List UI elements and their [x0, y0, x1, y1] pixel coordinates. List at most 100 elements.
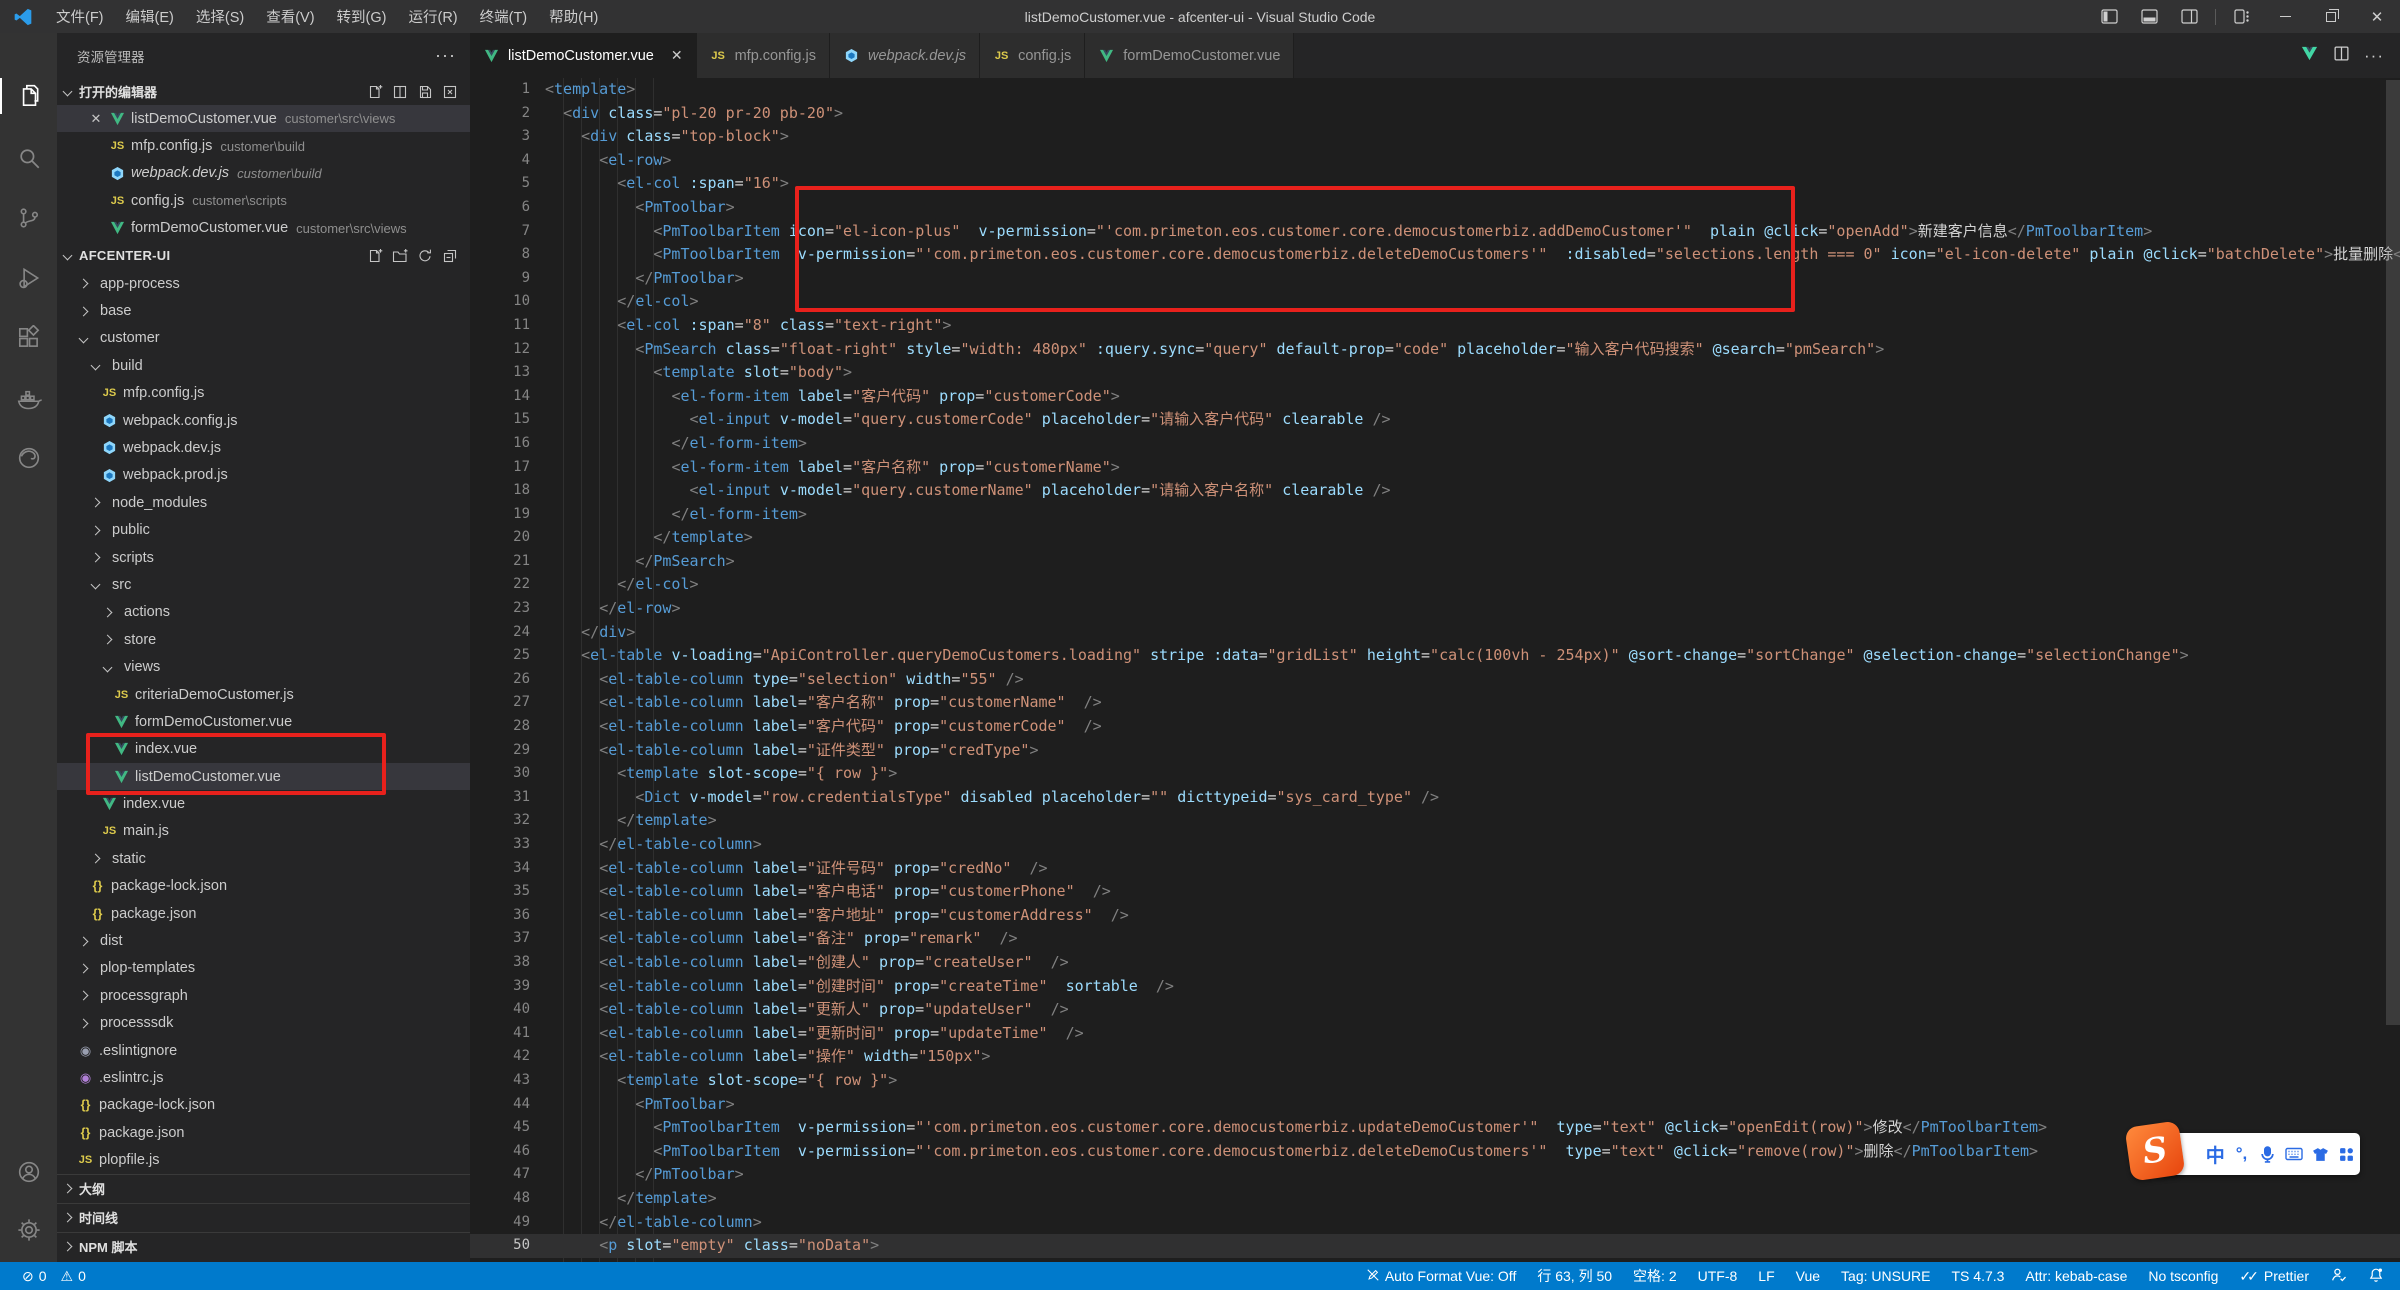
code-line-36[interactable]: 36 <el-table-column label="客户地址" prop="c… [470, 904, 2400, 928]
close-editor-icon[interactable]: ✕ [83, 111, 109, 127]
docker-icon[interactable] [0, 376, 57, 424]
status-item-Attr: kebab-case[interactable]: Attr: kebab-case [2025, 1268, 2127, 1284]
open-editor-item[interactable]: webpack.dev.jscustomer\build [57, 160, 470, 187]
code-line-20[interactable]: 20 </template> [470, 526, 2400, 550]
tree-item-build[interactable]: build [57, 352, 470, 379]
sidebar-more-actions-icon[interactable]: ··· [435, 45, 456, 66]
tree-item-package-lock.json[interactable]: {}package-lock.json [57, 1092, 470, 1119]
open-editor-item[interactable]: JSmfp.config.jscustomer\build [57, 132, 470, 159]
status-item-空格: 2[interactable]: 空格: 2 [1633, 1266, 1677, 1286]
code-line-46[interactable]: 46 <PmToolbarItem v-permission="'com.pri… [470, 1140, 2400, 1164]
code-line-2[interactable]: 2 <div class="pl-20 pr-20 pb-20"> [470, 102, 2400, 126]
project-header[interactable]: AFCENTER-UI [57, 242, 470, 270]
tree-item-package.json[interactable]: {}package.json [57, 1119, 470, 1146]
tree-item-customer[interactable]: customer [57, 325, 470, 352]
code-line-44[interactable]: 44 <PmToolbar> [470, 1093, 2400, 1117]
menu-item[interactable]: 终端(T) [469, 0, 539, 33]
code-line-9[interactable]: 9 </PmToolbar> [470, 267, 2400, 291]
code-line-12[interactable]: 12 <PmSearch class="float-right" style="… [470, 338, 2400, 362]
code-line-16[interactable]: 16 </el-form-item> [470, 432, 2400, 456]
sidebar-section-时间线[interactable]: 时间线 [57, 1203, 470, 1232]
open-editor-item[interactable]: ✕listDemoCustomer.vuecustomer\src\views [57, 105, 470, 132]
tree-item-public[interactable]: public [57, 516, 470, 543]
code-area[interactable]: 1<template>2 <div class="pl-20 pr-20 pb-… [470, 78, 2400, 1262]
code-line-22[interactable]: 22 </el-col> [470, 573, 2400, 597]
restore-button[interactable] [2308, 0, 2354, 33]
minimize-button[interactable] [2262, 0, 2308, 33]
code-line-33[interactable]: 33 </el-table-column> [470, 833, 2400, 857]
code-line-14[interactable]: 14 <el-form-item label="客户代码" prop="cust… [470, 385, 2400, 409]
ime-keyboard-icon[interactable] [2281, 1147, 2307, 1161]
close-button[interactable]: ✕ [2354, 0, 2400, 33]
status-item-行 63, 列 50[interactable]: 行 63, 列 50 [1537, 1266, 1612, 1286]
code-line-39[interactable]: 39 <el-table-column label="创建时间" prop="c… [470, 975, 2400, 999]
code-line-40[interactable]: 40 <el-table-column label="更新人" prop="up… [470, 998, 2400, 1022]
new-file-icon[interactable] [367, 248, 383, 264]
tree-item-index.vue[interactable]: index.vue [57, 736, 470, 763]
code-line-50[interactable]: 50 <p slot="empty" class="noData"> [470, 1234, 2400, 1258]
ime-skin-icon[interactable] [2307, 1147, 2333, 1162]
status-item-No tsconfig[interactable]: No tsconfig [2148, 1268, 2218, 1284]
code-line-32[interactable]: 32 </template> [470, 809, 2400, 833]
tree-item-main.js[interactable]: JSmain.js [57, 818, 470, 845]
ime-chinese-mode[interactable]: 中 [2202, 1141, 2228, 1168]
code-line-49[interactable]: 49 </el-table-column> [470, 1211, 2400, 1235]
edge-browser-icon[interactable] [0, 434, 57, 482]
code-line-45[interactable]: 45 <PmToolbarItem v-permission="'com.pri… [470, 1116, 2400, 1140]
toggle-panel-icon[interactable] [2129, 0, 2169, 33]
code-line-5[interactable]: 5 <el-col :span="16"> [470, 172, 2400, 196]
code-line-13[interactable]: 13 <template slot="body"> [470, 361, 2400, 385]
menu-item[interactable]: 编辑(E) [115, 0, 185, 33]
editor-more-actions-icon[interactable]: ··· [2364, 46, 2384, 66]
tree-item-.eslintignore[interactable]: ◉.eslintignore [57, 1037, 470, 1064]
status-item-Tag: UNSURE[interactable]: Tag: UNSURE [1841, 1268, 1930, 1284]
tree-item-webpack.dev.js[interactable]: webpack.dev.js [57, 434, 470, 461]
run-debug-icon[interactable] [0, 254, 57, 302]
code-line-19[interactable]: 19 </el-form-item> [470, 503, 2400, 527]
code-line-1[interactable]: 1<template> [470, 78, 2400, 102]
menu-item[interactable]: 文件(F) [45, 0, 115, 33]
tree-item-plop-templates[interactable]: plop-templates [57, 955, 470, 982]
tab-mfp.config.js[interactable]: JSmfp.config.js [697, 33, 830, 78]
toggle-sidebar-icon[interactable] [2089, 0, 2129, 33]
sidebar-section-大纲[interactable]: 大纲 [57, 1174, 470, 1203]
tree-item-views[interactable]: views [57, 653, 470, 680]
code-line-11[interactable]: 11 <el-col :span="8" class="text-right"> [470, 314, 2400, 338]
status-item-0[interactable]: ⚠0 [61, 1268, 86, 1285]
tree-item-static[interactable]: static [57, 845, 470, 872]
open-editor-item[interactable]: JSconfig.jscustomer\scripts [57, 187, 470, 214]
open-editors-header[interactable]: 打开的编辑器 [57, 78, 470, 105]
tree-item-webpack.config.js[interactable]: webpack.config.js [57, 407, 470, 434]
code-line-38[interactable]: 38 <el-table-column label="创建人" prop="cr… [470, 951, 2400, 975]
code-line-23[interactable]: 23 </el-row> [470, 597, 2400, 621]
volar-vue-icon[interactable] [2300, 44, 2319, 68]
tree-item-processgraph[interactable]: processgraph [57, 982, 470, 1009]
extensions-icon[interactable] [0, 314, 57, 362]
editor-scrollbar[interactable] [2386, 80, 2400, 1025]
settings-gear-icon[interactable] [0, 1206, 57, 1254]
tab-formDemoCustomer.vue[interactable]: formDemoCustomer.vue [1085, 33, 1294, 78]
tree-item-processsdk[interactable]: processsdk [57, 1010, 470, 1037]
tree-item-store[interactable]: store [57, 626, 470, 653]
tree-item-mfp.config.js[interactable]: JSmfp.config.js [57, 380, 470, 407]
code-line-24[interactable]: 24 </div> [470, 621, 2400, 645]
toggle-secondary-sidebar-icon[interactable] [2169, 0, 2209, 33]
code-line-4[interactable]: 4 <el-row> [470, 149, 2400, 173]
code-line-15[interactable]: 15 <el-input v-model="query.customerCode… [470, 408, 2400, 432]
close-tab-icon[interactable]: ✕ [671, 47, 683, 64]
menu-item[interactable]: 帮助(H) [538, 0, 609, 33]
split-editor-icon[interactable] [392, 84, 408, 100]
tree-item-formDemoCustomer.vue[interactable]: formDemoCustomer.vue [57, 708, 470, 735]
sidebar-section-NPM 脚本[interactable]: NPM 脚本 [57, 1232, 470, 1261]
open-editor-item[interactable]: formDemoCustomer.vuecustomer\src\views [57, 215, 470, 242]
tree-item-webpack.prod.js[interactable]: webpack.prod.js [57, 462, 470, 489]
status-item[interactable] [2368, 1267, 2384, 1286]
sogou-ime-logo[interactable]: S [2125, 1121, 2186, 1182]
ime-microphone-icon[interactable] [2255, 1146, 2281, 1163]
source-control-icon[interactable] [0, 194, 57, 242]
code-line-25[interactable]: 25 <el-table v-loading="ApiController.qu… [470, 644, 2400, 668]
status-item[interactable] [2330, 1266, 2347, 1286]
customize-layout-icon[interactable] [2222, 0, 2262, 33]
code-line-17[interactable]: 17 <el-form-item label="客户名称" prop="cust… [470, 456, 2400, 480]
code-line-29[interactable]: 29 <el-table-column label="证件类型" prop="c… [470, 739, 2400, 763]
